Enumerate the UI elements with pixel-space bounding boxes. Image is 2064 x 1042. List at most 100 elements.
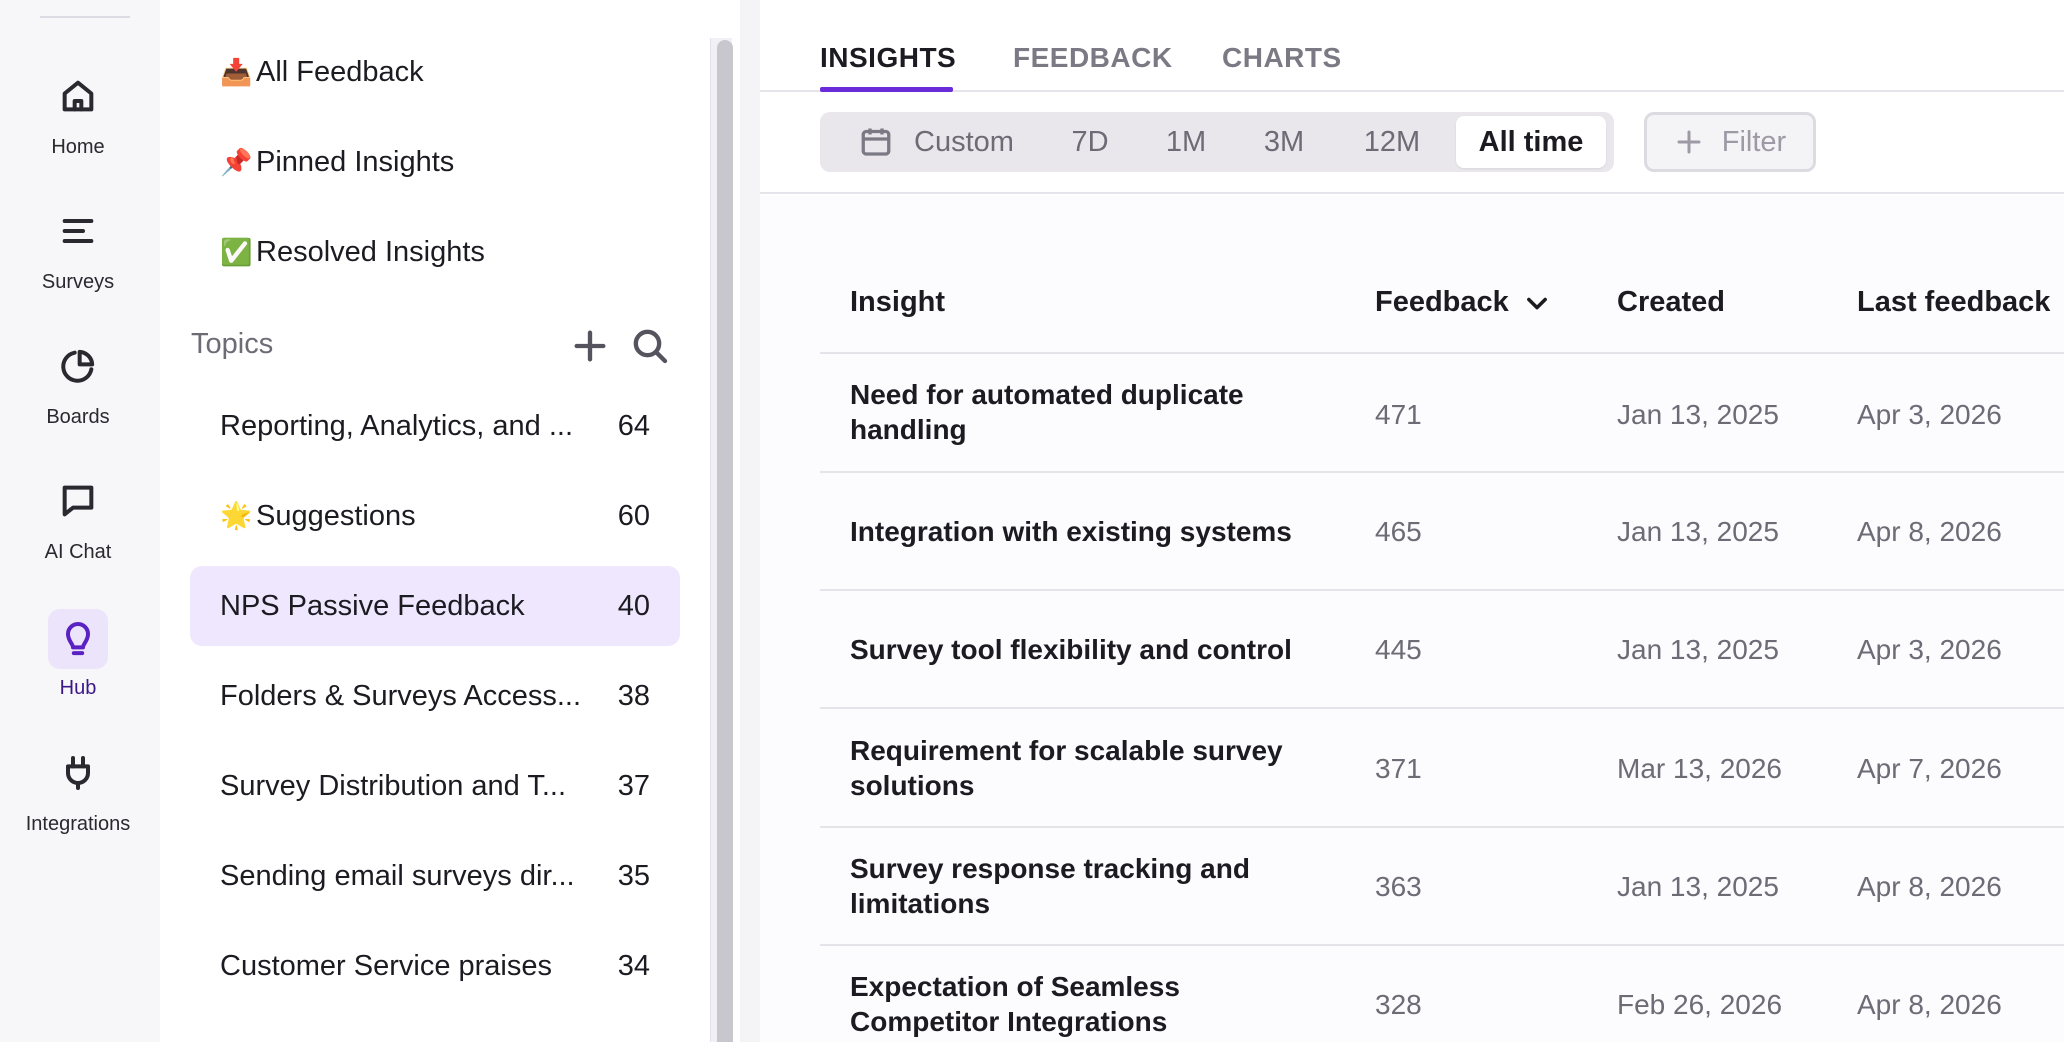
rail-item-ai-chat[interactable]: AI Chat [0, 471, 156, 564]
table-row-insight[interactable]: Survey tool flexibility and control [850, 632, 1330, 667]
insight-line: Survey tool flexibility and control [850, 634, 1292, 665]
range-custom[interactable]: Custom [846, 116, 1026, 168]
rail-item-hub[interactable]: Hub [0, 609, 156, 700]
home-icon [48, 66, 108, 126]
chat-icon [48, 471, 108, 531]
rail-divider [40, 16, 130, 18]
last-feedback-date: Apr 8, 2026 [1857, 516, 2002, 547]
range-label: Custom [914, 125, 1014, 158]
last-feedback-date: Apr 8, 2026 [1857, 871, 2002, 902]
table-row-insight[interactable]: Need for automated duplicate handling [850, 377, 1330, 447]
topic-label: Sending email surveys dir... [220, 859, 575, 892]
tab-feedback[interactable]: FEEDBACK [1013, 42, 1173, 74]
feedback-count: 445 [1375, 634, 1422, 665]
tab-insights[interactable]: INSIGHTS [820, 42, 956, 74]
topic-label: Customer Service praises [220, 949, 552, 982]
table-row-insight[interactable]: Requirement for scalable survey solution… [850, 733, 1330, 803]
range-label: 3M [1263, 125, 1305, 158]
rail-item-home[interactable]: Home [0, 66, 156, 159]
last-feedback-date: Apr 3, 2026 [1857, 634, 2002, 665]
range-1m[interactable]: 1M [1154, 116, 1218, 168]
rail-label: Surveys [41, 271, 115, 293]
topic-row[interactable]: 🌟 Suggestions 60 [190, 476, 680, 556]
lightbulb-icon [48, 609, 108, 669]
topic-row-selected[interactable]: NPS Passive Feedback 40 [190, 566, 680, 646]
plus-icon [574, 330, 606, 362]
created-date: Mar 13, 2026 [1617, 753, 1782, 784]
row-divider [820, 352, 2064, 354]
insight-line: Requirement for scalable survey [850, 735, 1283, 766]
pie-chart-icon [48, 336, 108, 396]
table-row-insight[interactable]: Expectation of Seamless Competitor Integ… [850, 969, 1330, 1039]
topic-row[interactable]: Sending email surveys dir... 35 [190, 836, 680, 916]
filter-button[interactable]: Filter [1644, 112, 1816, 172]
insight-line: Integration with existing systems [850, 516, 1292, 547]
topic-row[interactable]: Reporting, Analytics, and ... 64 [190, 386, 680, 466]
rail-label: AI Chat [44, 541, 112, 563]
rail-label: Boards [46, 406, 110, 428]
filter-label: Filter [1721, 125, 1787, 158]
topic-label: Survey Distribution and T... [220, 769, 567, 802]
row-divider [820, 589, 2064, 591]
list-icon [48, 201, 108, 261]
topic-label: NPS Passive Feedback [220, 589, 525, 622]
nav-label: Pinned Insights [256, 146, 455, 178]
column-header-created[interactable]: Created [1617, 286, 1725, 319]
topic-row[interactable]: Survey Distribution and T... 37 [190, 746, 680, 826]
nav-resolved-insights[interactable]: ✅ Resolved Insights [220, 236, 485, 269]
created-date: Jan 13, 2025 [1617, 516, 1779, 547]
feedback-count: 371 [1375, 753, 1422, 784]
last-feedback-date: Apr 7, 2026 [1857, 753, 2002, 784]
range-label: 7D [1071, 125, 1109, 158]
last-feedback-date: Apr 3, 2026 [1857, 399, 2002, 430]
add-topic-button[interactable] [570, 326, 610, 366]
search-topics-button[interactable] [630, 326, 670, 366]
row-divider [820, 471, 2064, 473]
feedback-count: 471 [1375, 399, 1422, 430]
range-all-time[interactable]: All time [1456, 116, 1606, 168]
topic-row[interactable]: Customer Service praises 34 [190, 926, 680, 1006]
header-label: Created [1617, 286, 1725, 318]
insight-line: limitations [850, 888, 991, 919]
insight-line: Survey response tracking and [850, 853, 1250, 884]
created-date: Jan 13, 2025 [1617, 871, 1779, 902]
column-header-insight[interactable]: Insight [850, 286, 945, 319]
topic-label: 🌟 Suggestions [220, 500, 600, 533]
left-rail: Home Surveys Boards AI Chat Hub Integrat… [0, 0, 158, 1042]
created-date: Jan 13, 2025 [1617, 634, 1779, 665]
rail-item-integrations[interactable]: Integrations [0, 743, 156, 836]
topic-count: 34 [617, 949, 650, 982]
range-label: 1M [1165, 125, 1207, 158]
range-3m[interactable]: 3M [1252, 116, 1316, 168]
rail-item-boards[interactable]: Boards [0, 336, 156, 429]
table-row-insight[interactable]: Integration with existing systems [850, 514, 1330, 549]
column-header-last-feedback[interactable]: Last feedback [1857, 286, 2050, 319]
nav-pinned-insights[interactable]: 📌 Pinned Insights [220, 146, 454, 179]
topic-count: 37 [617, 769, 650, 802]
insight-line: Competitor Integrations [850, 1006, 1168, 1037]
panel-scrollbar-thumb[interactable] [717, 40, 733, 1042]
row-divider [820, 826, 2064, 828]
plus-icon [1677, 130, 1701, 154]
insight-line: handling [850, 414, 967, 445]
header-label: Feedback [1375, 286, 1509, 318]
range-12m[interactable]: 12M [1352, 116, 1432, 168]
nav-all-feedback[interactable]: 📥 All Feedback [220, 56, 424, 89]
tab-charts[interactable]: CHARTS [1222, 42, 1342, 74]
topic-count: 38 [617, 679, 650, 712]
topic-count: 60 [617, 499, 650, 532]
feedback-count: 363 [1375, 871, 1422, 902]
column-header-feedback[interactable]: Feedback [1375, 286, 1551, 319]
pin-icon: 📌 [220, 147, 253, 178]
topic-row[interactable]: Folders & Surveys Access... 38 [190, 656, 680, 736]
created-date: Feb 26, 2026 [1617, 989, 1783, 1020]
check-icon: ✅ [220, 237, 253, 268]
last-feedback-date: Apr 8, 2026 [1857, 989, 2002, 1020]
table-row-insight[interactable]: Survey response tracking and limitations [850, 851, 1330, 921]
range-7d[interactable]: 7D [1058, 116, 1122, 168]
rail-item-surveys[interactable]: Surveys [0, 201, 156, 294]
insight-line: Need for automated duplicate [850, 379, 1244, 410]
header-label: Insight [850, 286, 946, 318]
calendar-icon [861, 128, 891, 156]
search-icon [633, 329, 668, 364]
